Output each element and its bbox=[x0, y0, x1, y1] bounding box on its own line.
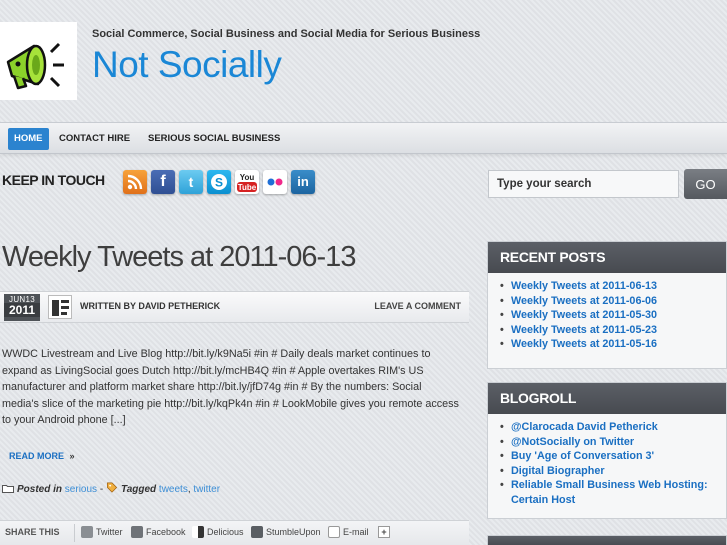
share-twitter-label: Twitter bbox=[96, 527, 123, 537]
facebook-small-icon bbox=[131, 526, 143, 538]
recent-post-item[interactable]: Weekly Tweets at 2011-06-06 bbox=[500, 294, 726, 309]
blogroll-item[interactable]: @Clarocada David Petherick bbox=[500, 420, 726, 435]
recent-post-item[interactable]: Weekly Tweets at 2011-06-13 bbox=[500, 279, 726, 294]
share-more-plus-icon[interactable]: + bbox=[378, 526, 390, 538]
post-excerpt: WWDC Livestream and Live Blog http://bit… bbox=[2, 348, 459, 426]
next-widget-head-bar bbox=[488, 536, 726, 545]
share-email-button[interactable]: E-mail bbox=[328, 526, 369, 538]
svg-text:You: You bbox=[240, 173, 255, 182]
twitter-small-icon bbox=[81, 526, 93, 538]
folder-icon bbox=[2, 485, 14, 493]
nav-item-home[interactable]: HOME bbox=[8, 128, 49, 150]
site-header: Social Commerce, Social Business and Soc… bbox=[0, 0, 727, 118]
tag-link-twitter[interactable]: twitter bbox=[193, 484, 220, 495]
post-footer: Posted in serious - Tagged tweets, twitt… bbox=[2, 482, 220, 495]
blogroll-title: BLOGROLL bbox=[488, 383, 726, 414]
search-go-button[interactable]: GO bbox=[684, 169, 727, 199]
read-more-label: READ MORE bbox=[9, 451, 65, 461]
recent-post-item[interactable]: Weekly Tweets at 2011-05-30 bbox=[500, 308, 726, 323]
youtube-icon[interactable]: You Tube bbox=[235, 170, 259, 194]
blogroll-list: @Clarocada David Petherick @NotSocially … bbox=[488, 414, 726, 513]
leave-comment-link[interactable]: LEAVE A COMMENT bbox=[374, 301, 461, 311]
svg-text:S: S bbox=[215, 176, 223, 190]
post-title[interactable]: Weekly Tweets at 2011-06-13 bbox=[2, 241, 356, 274]
share-email-label: E-mail bbox=[343, 527, 369, 537]
linkedin-icon[interactable]: in bbox=[291, 170, 315, 194]
site-title[interactable]: Not Socially bbox=[92, 44, 282, 86]
post-date-year: 2011 bbox=[4, 303, 40, 317]
recent-post-item[interactable]: Weekly Tweets at 2011-05-23 bbox=[500, 323, 726, 338]
blogroll-widget: BLOGROLL @Clarocada David Petherick @Not… bbox=[487, 382, 727, 519]
author-avatar[interactable] bbox=[48, 295, 72, 319]
blogroll-item[interactable]: Buy 'Age of Conversation 3' bbox=[500, 449, 726, 464]
post-meta-bar: JUN13 2011 WRITTEN BY DAVID PETHERICK LE… bbox=[0, 291, 469, 323]
recent-posts-list: Weekly Tweets at 2011-06-13 Weekly Tweet… bbox=[488, 273, 726, 358]
blogroll-item[interactable]: Reliable Small Business Web Hosting: Cer… bbox=[500, 478, 726, 507]
read-more-arrow-icon: » bbox=[69, 451, 75, 461]
share-facebook-label: Facebook bbox=[146, 527, 186, 537]
tag-link-tweets[interactable]: tweets bbox=[159, 484, 188, 495]
flickr-icon[interactable] bbox=[263, 170, 287, 194]
keep-in-touch-label: KEEP IN TOUCH bbox=[2, 172, 105, 188]
posted-in-label: Posted in bbox=[17, 484, 63, 495]
category-link-serious[interactable]: serious bbox=[65, 484, 97, 495]
search-input[interactable] bbox=[488, 170, 679, 198]
rss-icon[interactable] bbox=[123, 170, 147, 194]
email-icon bbox=[328, 526, 340, 538]
share-this-label: SHARE THIS bbox=[5, 527, 60, 537]
share-facebook-button[interactable]: Facebook bbox=[131, 526, 186, 538]
share-bar: SHARE THIS Twitter Facebook Delicious St… bbox=[0, 520, 469, 545]
main-nav: HOME CONTACT HIRE SERIOUS SOCIAL BUSINES… bbox=[0, 122, 727, 154]
skype-icon[interactable]: S bbox=[207, 170, 231, 194]
delicious-icon bbox=[192, 526, 204, 538]
recent-post-item[interactable]: Weekly Tweets at 2011-05-16 bbox=[500, 337, 726, 352]
tag-comma: , bbox=[187, 484, 191, 495]
post-author[interactable]: WRITTEN BY DAVID PETHERICK bbox=[80, 301, 220, 311]
share-delicious-button[interactable]: Delicious bbox=[192, 526, 244, 538]
blogroll-item[interactable]: Digital Biographer bbox=[500, 464, 726, 479]
twitter-icon[interactable]: t bbox=[179, 170, 203, 194]
share-divider bbox=[74, 524, 75, 542]
megaphone-logo-icon[interactable] bbox=[0, 22, 77, 100]
recent-posts-widget: RECENT POSTS Weekly Tweets at 2011-06-13… bbox=[487, 241, 727, 369]
share-stumbleupon-label: StumbleUpon bbox=[266, 527, 321, 537]
nav-item-serious-social-business[interactable]: SERIOUS SOCIAL BUSINESS bbox=[142, 128, 286, 150]
next-widget-header bbox=[487, 535, 727, 545]
share-delicious-label: Delicious bbox=[207, 527, 244, 537]
nav-item-contact-hire[interactable]: CONTACT HIRE bbox=[53, 128, 136, 150]
svg-text:Tube: Tube bbox=[238, 183, 257, 192]
site-tagline: Social Commerce, Social Business and Soc… bbox=[92, 28, 481, 40]
stumbleupon-icon bbox=[251, 526, 263, 538]
facebook-icon[interactable]: f bbox=[151, 170, 175, 194]
share-stumbleupon-button[interactable]: StumbleUpon bbox=[251, 526, 321, 538]
tagged-label: Tagged bbox=[120, 484, 157, 495]
post-date-badge: JUN13 2011 bbox=[4, 294, 40, 321]
blogroll-item[interactable]: @NotSocially on Twitter bbox=[500, 435, 726, 450]
recent-posts-title: RECENT POSTS bbox=[488, 242, 726, 273]
read-more-link[interactable]: READ MORE » bbox=[9, 451, 75, 461]
meta-dash: - bbox=[99, 484, 104, 495]
tag-icon bbox=[107, 482, 118, 493]
share-twitter-button[interactable]: Twitter bbox=[81, 526, 123, 538]
